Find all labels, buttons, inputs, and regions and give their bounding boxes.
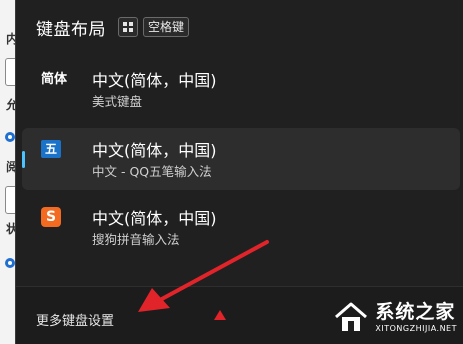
windows-key-icon	[118, 17, 138, 37]
input-method-label: 搜狗拼音输入法	[92, 232, 180, 247]
more-keyboard-settings-link[interactable]: 更多键盘设置	[36, 310, 114, 329]
house-logo-icon	[335, 302, 368, 331]
input-method-item-us-keyboard[interactable]: 简体 中文(简体，中国) 美式键盘	[22, 58, 460, 120]
input-method-item-qq-wubi[interactable]: 五 中文(简体，中国) 中文 - QQ五笔输入法	[22, 128, 460, 190]
qq-wubi-icon: 五	[41, 140, 61, 158]
simplified-chinese-icon: 简体	[41, 72, 68, 87]
input-method-label: 中文 - QQ五笔输入法	[92, 164, 212, 179]
input-method-item-sogou-pinyin[interactable]: S 中文(简体，中国) 搜狗拼音输入法	[22, 196, 460, 258]
space-key-badge: 空格键	[143, 17, 190, 37]
input-language-name: 中文(简体，中国)	[92, 141, 217, 160]
input-method-icon: 五	[41, 138, 67, 160]
input-method-label: 美式键盘	[92, 94, 143, 109]
watermark: 系统之家 XITONGZHIJIA.NET	[297, 296, 457, 338]
red-caret-marker-icon	[214, 310, 226, 320]
flyout-title: 键盘布局	[36, 19, 106, 40]
background-radio	[5, 132, 15, 142]
flyout-header: 键盘布局 空格键	[36, 14, 190, 40]
input-language-name: 中文(简体，中国)	[92, 209, 217, 228]
watermark-title: 系统之家	[375, 300, 456, 323]
selection-indicator	[22, 151, 25, 168]
keyboard-layout-flyout: 键盘布局 空格键 简体 中文(简体，中国) 美式键盘 五 中文(简体，中国) 中…	[15, 0, 463, 344]
background-radio	[5, 258, 15, 268]
watermark-url: XITONGZHIJIA.NET	[375, 323, 457, 333]
input-method-icon: S	[41, 206, 67, 228]
sogou-icon: S	[41, 207, 61, 227]
input-method-icon: 简体	[41, 68, 67, 90]
input-language-name: 中文(简体，中国)	[92, 71, 217, 90]
